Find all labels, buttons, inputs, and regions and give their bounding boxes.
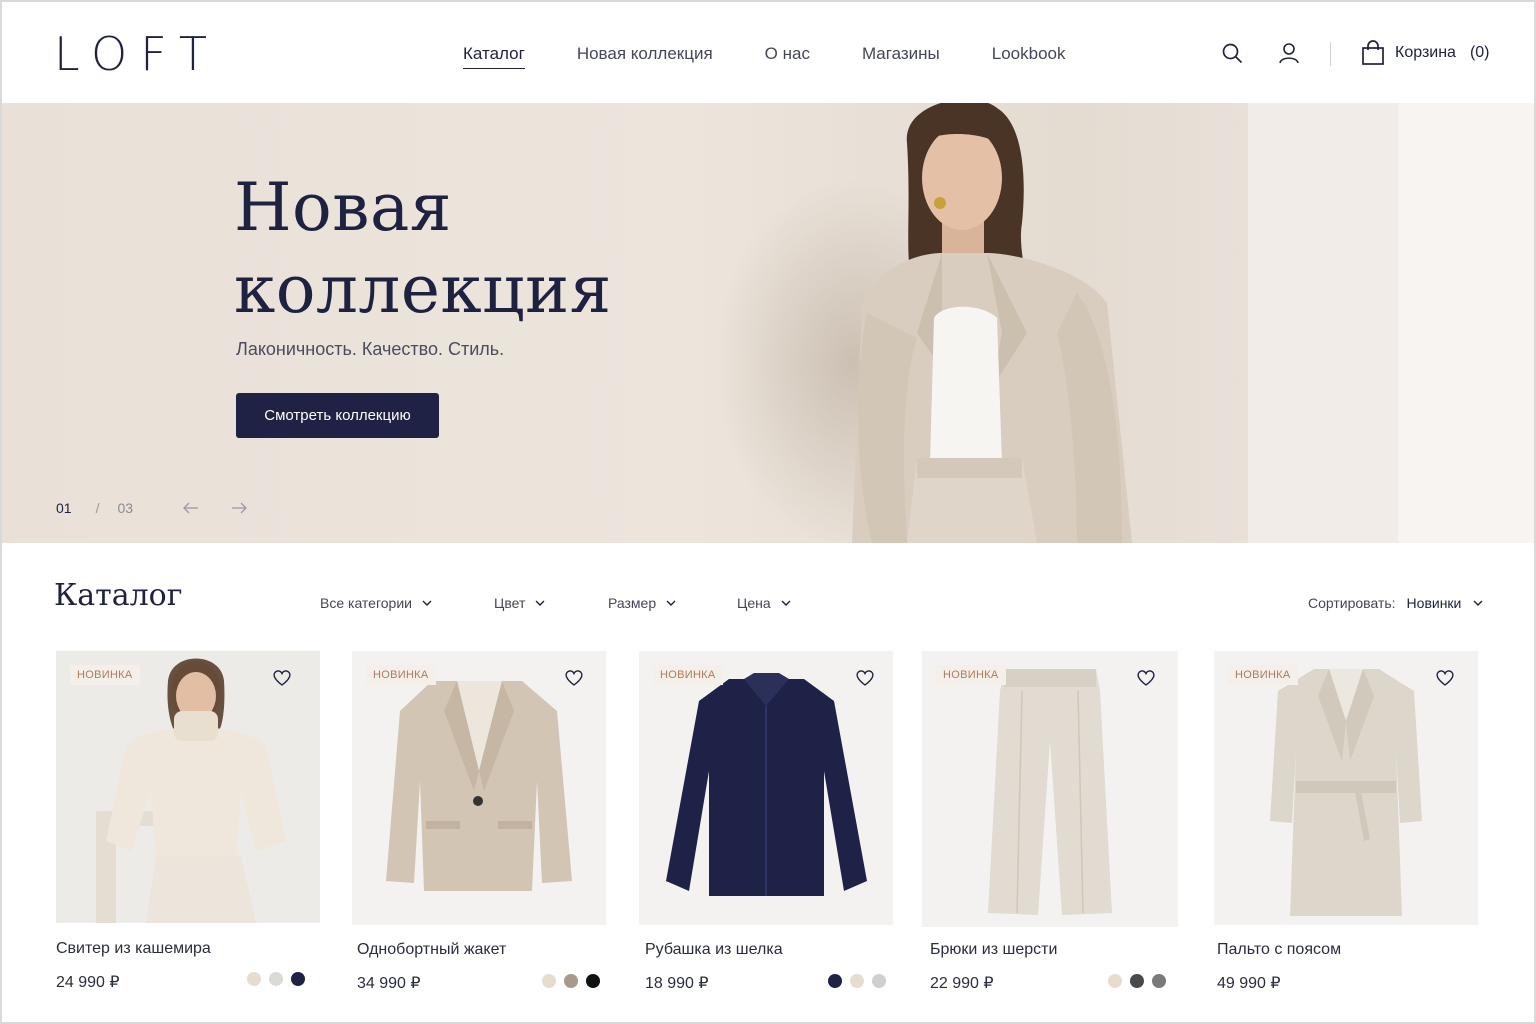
color-swatches [828,974,886,988]
product-card[interactable]: НОВИНКА Пальто с поясом 49 990 ₽ [1214,651,1478,992]
hero-banner: Новая коллекция Лаконичность. Качество. … [2,103,1534,543]
product-price: 22 990 ₽ [930,975,994,992]
hero-title-line2: коллекция [234,251,612,328]
main-nav: Каталог Новая коллекция О нас Магазины L… [463,43,1065,69]
color-swatch[interactable] [850,974,864,988]
chevron-down-icon [781,600,791,606]
hero-subtitle: Лаконичность. Качество. Стиль. [236,339,505,359]
sort-label: Сортировать: [1308,595,1396,611]
color-swatch[interactable] [872,974,886,988]
filter-category[interactable]: Все категории [320,595,432,611]
chevron-down-icon [1473,600,1483,606]
heart-icon[interactable] [855,668,875,688]
product-image[interactable]: НОВИНКА [56,651,320,923]
color-swatch[interactable] [247,972,261,986]
new-badge: НОВИНКА [1228,665,1298,685]
product-card[interactable]: НОВИНКА Свитер из кашемира 24 990 ₽ [56,651,320,991]
product-name[interactable]: Свитер из кашемира [56,940,211,958]
product-card[interactable]: НОВИНКА Брюки из шерсти 22 990 ₽ [922,651,1178,992]
filter-size-label: Размер [608,595,657,611]
product-name[interactable]: Однобортный жакет [357,941,506,959]
product-name[interactable]: Рубашка из шелка [645,941,783,959]
filter-category-label: Все категории [320,595,412,611]
header-divider [1330,42,1331,66]
hero-title-line1: Новая [234,169,452,246]
product-name[interactable]: Брюки из шерсти [930,941,1057,959]
product-price: 18 990 ₽ [645,975,709,992]
arrow-right-icon[interactable] [230,501,248,515]
new-badge: НОВИНКА [936,665,1006,685]
color-swatches [1108,974,1166,988]
arrow-left-icon[interactable] [182,501,200,515]
site-header: LOFT Каталог Новая коллекция О нас Магаз… [0,0,1536,103]
nav-lookbook[interactable]: Lookbook [992,43,1066,69]
chevron-down-icon [535,600,545,606]
product-price: 24 990 ₽ [56,974,120,991]
filter-color[interactable]: Цвет [494,595,545,611]
sort-control[interactable]: Сортировать: Новинки [1308,595,1483,611]
cart-label: Корзина [1395,44,1456,61]
hero-title: Новая коллекция [234,167,654,331]
nav-about[interactable]: О нас [765,43,810,69]
color-swatch[interactable] [1130,974,1144,988]
color-swatch[interactable] [1152,974,1166,988]
nav-catalog[interactable]: Каталог [463,43,525,69]
slide-indicator: 01 / 03 [56,500,133,516]
product-image[interactable]: НОВИНКА [1214,651,1478,925]
color-swatch[interactable] [269,972,283,986]
color-swatches [542,974,600,988]
filter-size[interactable]: Размер [608,595,676,611]
new-badge: НОВИНКА [653,665,723,685]
nav-new-collection[interactable]: Новая коллекция [577,43,713,69]
product-name[interactable]: Пальто с поясом [1217,941,1341,959]
chevron-down-icon [422,600,432,606]
color-swatch[interactable] [542,974,556,988]
heart-icon[interactable] [1136,668,1156,688]
product-image[interactable]: НОВИНКА [352,651,606,925]
color-swatches [247,972,305,986]
logo[interactable]: LOFT [54,28,220,80]
sort-value: Новинки [1406,595,1462,611]
user-icon[interactable] [1278,42,1300,64]
catalog-title: Каталог [54,578,183,613]
search-icon[interactable] [1221,42,1243,64]
filter-price[interactable]: Цена [737,595,791,611]
view-collection-button[interactable]: Смотреть коллекцию [236,393,439,438]
product-image[interactable]: НОВИНКА [922,651,1178,927]
color-swatch[interactable] [828,974,842,988]
filter-price-label: Цена [737,595,771,611]
color-swatch[interactable] [564,974,578,988]
new-badge: НОВИНКА [366,665,436,685]
chevron-down-icon [666,600,676,606]
new-badge: НОВИНКА [70,665,140,685]
slide-current: 01 [56,500,72,516]
product-card[interactable]: НОВИНКА Рубашка из шелка 18 990 ₽ [639,651,893,992]
cart-button[interactable]: Корзина (0) [1361,40,1490,66]
product-price: 49 990 ₽ [1217,975,1281,992]
hero-model-image [852,103,1132,543]
color-swatch[interactable] [291,972,305,986]
shopping-bag-icon [1362,40,1384,65]
slide-total: 03 [117,500,134,516]
nav-stores[interactable]: Магазины [862,43,940,69]
product-card[interactable]: НОВИНКА Однобортный жакет 34 990 ₽ [352,651,606,992]
color-swatch[interactable] [586,974,600,988]
product-image[interactable]: НОВИНКА [639,651,893,925]
heart-icon[interactable] [272,668,292,688]
filter-color-label: Цвет [494,595,526,611]
cart-count: (0) [1469,44,1490,61]
heart-icon[interactable] [564,668,584,688]
slide-separator: / [95,500,100,516]
color-swatch[interactable] [1108,974,1122,988]
heart-icon[interactable] [1435,668,1455,688]
product-price: 34 990 ₽ [357,975,421,992]
